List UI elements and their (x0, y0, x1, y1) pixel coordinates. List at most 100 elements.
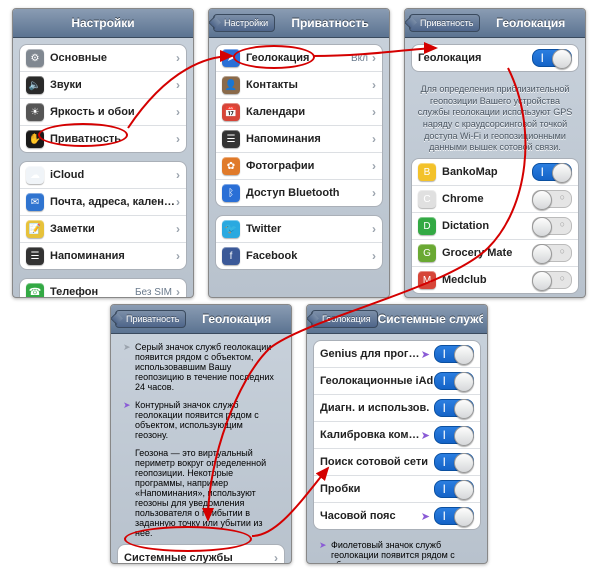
toggle-switch[interactable] (434, 372, 474, 390)
toggle-switch[interactable] (434, 480, 474, 498)
location-arrow-icon: ➤ (319, 540, 327, 551)
settings-row[interactable]: Часовой пояс➤ (314, 502, 480, 529)
B-icon: B (418, 163, 436, 181)
chevron-right-icon: › (176, 51, 180, 65)
settings-row[interactable]: ᛒДоступ Bluetooth› (216, 179, 382, 206)
chevron-right-icon: › (176, 249, 180, 263)
settings-row[interactable]: ✿Фотографии› (216, 152, 382, 179)
chevron-right-icon: › (176, 285, 180, 298)
settings-row[interactable]: ✉Почта, адреса, календари› (20, 188, 186, 215)
toggle-switch[interactable] (532, 271, 572, 289)
chevron-right-icon: › (176, 132, 180, 146)
toggle-switch[interactable] (434, 453, 474, 471)
row-label: Геолокация (246, 52, 351, 64)
list-icon: ☰ (222, 130, 240, 148)
chevron-right-icon: › (372, 222, 376, 236)
toggle-switch[interactable] (532, 163, 572, 181)
settings-row[interactable]: ☰ Напоминания› (216, 125, 382, 152)
settings-row[interactable]: ⚙Основные› (20, 45, 186, 71)
settings-row[interactable]: ☁iCloud› (20, 162, 186, 188)
row-label: Доступ Bluetooth (246, 187, 372, 199)
note-icon: 📝 (26, 220, 44, 238)
phone-privacy: Настройки Приватность ➤ ГеолокацияВкл › 👤Ко… (208, 8, 390, 298)
toggle-switch[interactable] (434, 345, 474, 363)
row-label: Яркость и обои (50, 106, 176, 118)
chevron-right-icon: › (176, 168, 180, 182)
row-label: Телефон (50, 286, 135, 298)
toggle-switch[interactable] (434, 426, 474, 444)
back-button[interactable]: Приватность (115, 310, 186, 328)
row-label: Геолокация (418, 52, 532, 64)
location-arrow-icon: ➤ (123, 342, 131, 353)
row-label: Основные (50, 52, 176, 64)
settings-row[interactable]: DDictation (412, 212, 578, 239)
toggle-switch[interactable] (532, 49, 572, 67)
back-button[interactable]: Геолокация (311, 310, 378, 328)
page-title: Геолокация (480, 16, 581, 30)
toggle-switch[interactable] (434, 399, 474, 417)
settings-row[interactable]: ☀Яркость и обои› (20, 98, 186, 125)
settings-row[interactable]: ☎ТелефонБез SIM› (20, 279, 186, 298)
settings-row[interactable]: fFacebook› (216, 242, 382, 269)
row-label: Напоминания (246, 133, 372, 145)
settings-row[interactable]: Пробки (314, 475, 480, 502)
page-title: Приватность (275, 16, 385, 30)
back-button[interactable]: Настройки (213, 14, 275, 32)
settings-row[interactable]: Genius для программ➤ (314, 341, 480, 367)
settings-row[interactable]: Геолокационные iAd (314, 367, 480, 394)
row-label: Поиск сотовой сети (320, 456, 434, 468)
settings-row[interactable]: 🔈Звуки› (20, 71, 186, 98)
explanatory-note: ➤Контурный значок служб геолокации появи… (117, 398, 285, 446)
settings-row[interactable]: CChrome (412, 185, 578, 212)
phone-settings: Настройки ⚙Основные›🔈Звуки›☀Яркость и об… (12, 8, 194, 298)
settings-row[interactable]: ➤ ГеолокацияВкл › (216, 45, 382, 71)
chevron-right-icon: › (372, 51, 376, 65)
location-arrow-icon: ➤ (421, 510, 430, 523)
row-label: Genius для программ (320, 348, 421, 360)
row-label: iCloud (50, 169, 176, 181)
row-label: Часовой пояс (320, 510, 421, 522)
settings-row[interactable]: Калибровка компаса➤ (314, 421, 480, 448)
system-services-row[interactable]: Системные службы › (118, 545, 284, 564)
settings-row[interactable]: 📝Заметки› (20, 215, 186, 242)
toggle-switch[interactable] (532, 217, 572, 235)
row-label: Пробки (320, 483, 434, 495)
row-label: Twitter (246, 223, 372, 235)
chevron-right-icon: › (372, 132, 376, 146)
explanatory-note: ➤Серый значок служб геолокации появится … (117, 340, 285, 398)
settings-row[interactable]: ☰Напоминания› (20, 242, 186, 269)
row-value: Вкл (351, 53, 368, 64)
chevron-right-icon: › (176, 105, 180, 119)
toggle-switch[interactable] (434, 507, 474, 525)
row-label: Facebook (246, 250, 372, 262)
footer-note: ➤ Фиолетовый значок служб геолокации поя… (313, 538, 481, 564)
phone-location-services: Приватность Геолокация Геолокация Для оп… (404, 8, 586, 298)
settings-row[interactable]: Поиск сотовой сети (314, 448, 480, 475)
row-label: Приватность (50, 133, 176, 145)
settings-row[interactable]: Диагн. и использов. (314, 394, 480, 421)
settings-row[interactable]: M Medclub (412, 266, 578, 293)
M-icon: M (418, 271, 436, 289)
tutorial-canvas: Настройки ⚙Основные›🔈Звуки›☀Яркость и об… (8, 8, 592, 562)
location-master-row[interactable]: Геолокация (412, 45, 578, 71)
settings-row[interactable]: ✋Приватность› (20, 125, 186, 152)
bt-icon: ᛒ (222, 184, 240, 202)
mail-icon: ✉ (26, 193, 44, 211)
toggle-switch[interactable] (532, 190, 572, 208)
back-button[interactable]: Приватность (409, 14, 480, 32)
settings-row[interactable]: 🐦Twitter› (216, 216, 382, 242)
toggle-switch[interactable] (532, 244, 572, 262)
row-label: Звуки (50, 79, 176, 91)
settings-row[interactable]: 👤Контакты› (216, 71, 382, 98)
chevron-right-icon: › (176, 195, 180, 209)
phone-system-services: Геолокация Системные службы Genius для п… (306, 304, 488, 564)
arrow-icon: ➤ (222, 49, 240, 67)
f-icon: f (222, 247, 240, 265)
settings-row[interactable]: GGrocery Mate (412, 239, 578, 266)
geofence-note: Геозона — это виртуальный периметр вокру… (117, 446, 285, 544)
row-label: Medclub (442, 274, 532, 286)
settings-row[interactable]: 📅Календари› (216, 98, 382, 125)
row-label: Калибровка компаса (320, 429, 421, 441)
C-icon: C (418, 190, 436, 208)
settings-row[interactable]: BBankoMap (412, 159, 578, 185)
